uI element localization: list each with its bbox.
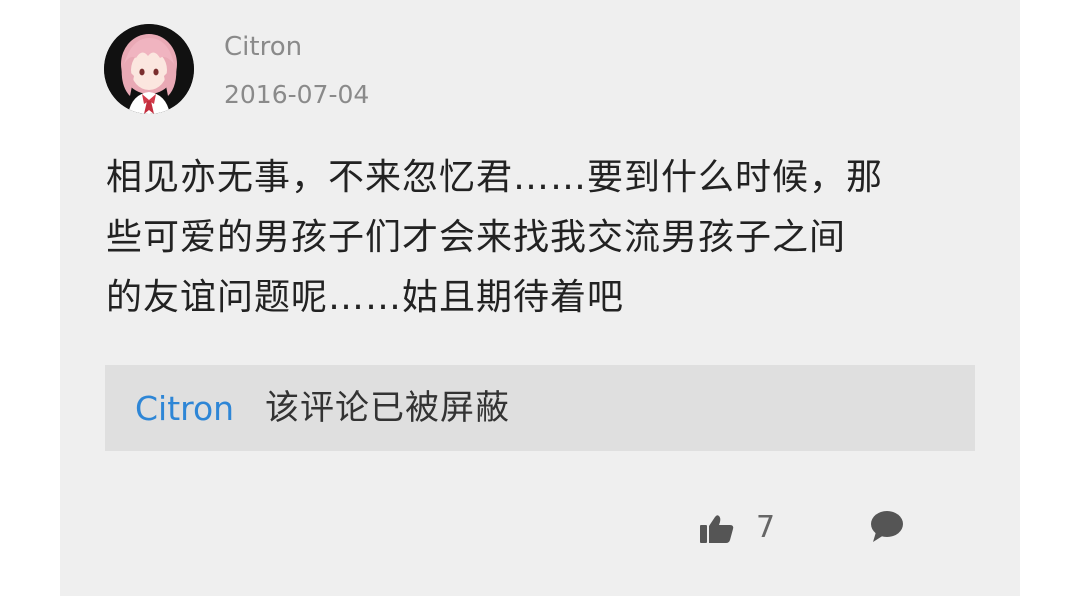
reply-text: 该评论已被屏蔽 [265,388,510,428]
comment-button[interactable] [870,510,910,550]
post-body-line: 的友谊问题呢……姑且期待着吧 [106,277,625,318]
avatar[interactable] [104,24,194,114]
thumbs-up-icon [700,515,734,543]
comment-card: Citron 2016-07-04 相见亦无事，不来忽忆君……要到什么时候，那 … [60,0,1020,596]
post-body: 相见亦无事，不来忽忆君……要到什么时候，那 些可爱的男孩子们才会来找我交流男孩子… [106,148,976,328]
avatar-image [104,24,194,114]
like-button[interactable]: 7 [700,508,780,552]
comment-bubble-icon [871,511,903,542]
reply-username[interactable]: Citron [135,389,234,429]
reply-box: Citron 该评论已被屏蔽 [105,365,975,451]
post-body-line: 些可爱的男孩子们才会来找我交流男孩子之间 [106,217,847,258]
post-body-line: 相见亦无事，不来忽忆君……要到什么时候，那 [106,157,884,198]
like-count: 7 [756,510,776,545]
post-date: 2016-07-04 [224,80,370,109]
post-username[interactable]: Citron [224,30,302,64]
